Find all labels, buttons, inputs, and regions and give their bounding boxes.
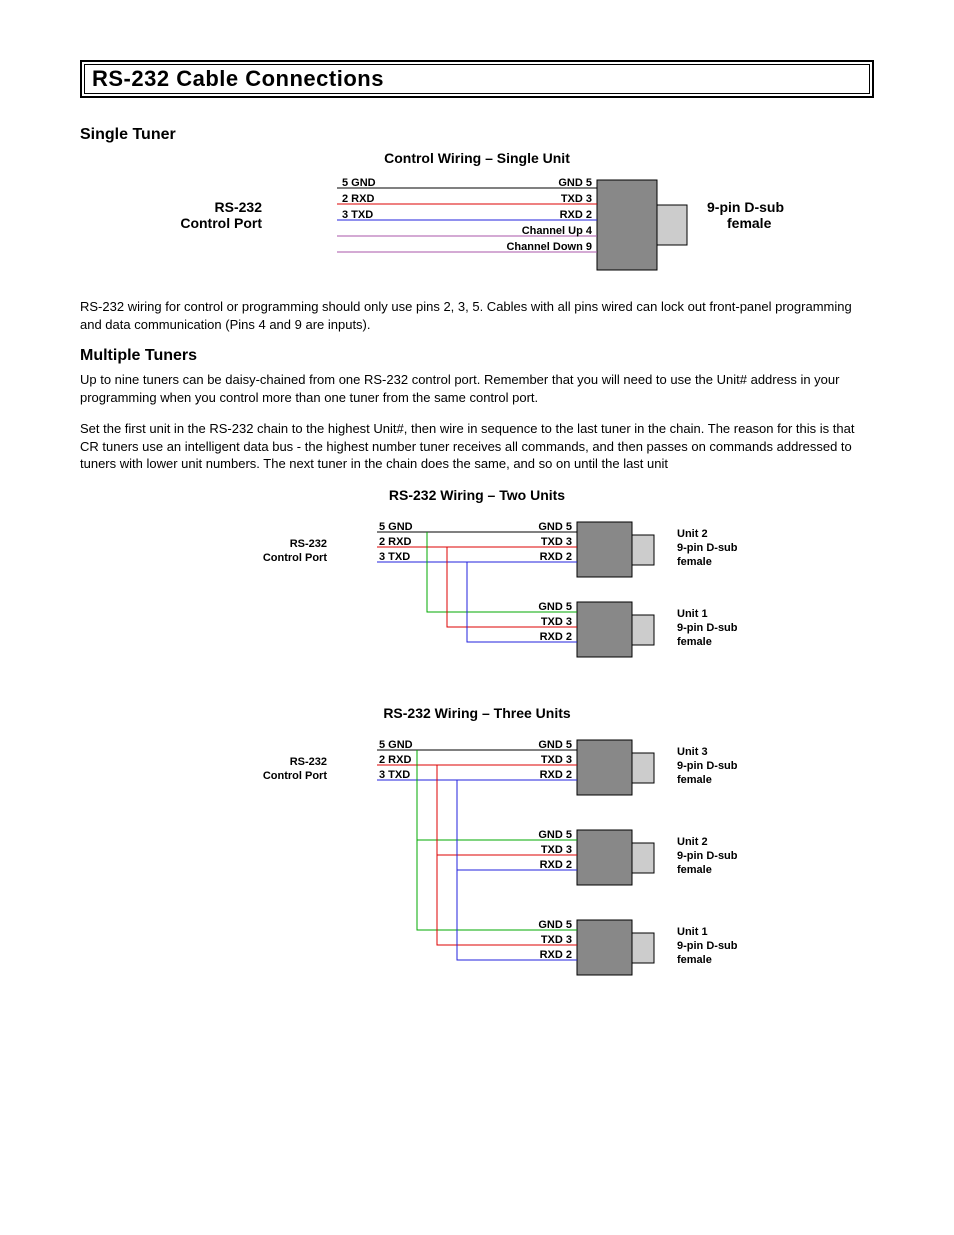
svg-text:female: female [677,556,712,568]
svg-text:9-pin D-sub: 9-pin D-sub [677,542,738,554]
diagram-title-three: RS-232 Wiring – Three Units [80,705,874,721]
svg-text:TXD 3: TXD 3 [561,193,592,205]
pin-left-rxd: 2 RXD [342,193,374,205]
svg-text:GND 5: GND 5 [558,177,592,189]
svg-text:Unit 3: Unit 3 [677,746,708,758]
pin-left-gnd: 5 GND [342,177,376,189]
svg-text:9-pin D-sub: 9-pin D-sub [677,940,738,952]
svg-text:RXD 2: RXD 2 [540,551,572,563]
svg-text:female: female [727,215,772,231]
svg-text:GND 5: GND 5 [538,601,572,613]
svg-text:9-pin D-sub: 9-pin D-sub [677,850,738,862]
svg-text:RXD 2: RXD 2 [540,949,572,961]
svg-text:female: female [677,864,712,876]
svg-text:Unit 2: Unit 2 [677,528,708,540]
svg-text:3 TXD: 3 TXD [379,769,410,781]
svg-text:female: female [677,774,712,786]
svg-text:GND 5: GND 5 [538,919,572,931]
svg-text:RS-232: RS-232 [290,538,327,550]
page-title-box: RS-232 Cable Connections [80,60,874,98]
svg-text:5 GND: 5 GND [379,521,413,533]
diagram-three-units: RS-232 Control Port Unit 3 9-pin D-sub f… [80,725,874,1005]
svg-text:GND 5: GND 5 [538,521,572,533]
paragraph-single: RS-232 wiring for control or programming… [80,298,874,333]
diagram-single-unit: RS-232 Control Port 9-pin D-sub female 5… [80,170,874,280]
svg-text:9-pin D-sub: 9-pin D-sub [677,760,738,772]
paragraph-multi-2: Set the first unit in the RS-232 chain t… [80,420,874,473]
diagram-two-units: RS-232 Control Port Unit 2 9-pin D-sub f… [80,507,874,687]
svg-text:female: female [677,954,712,966]
svg-text:TXD 3: TXD 3 [541,844,572,856]
pin-left-txd: 3 TXD [342,209,373,221]
svg-text:5 GND: 5 GND [379,739,413,751]
heading-single-tuner: Single Tuner [80,126,874,144]
svg-text:TXD 3: TXD 3 [541,934,572,946]
svg-text:RS-232: RS-232 [290,756,327,768]
svg-text:RXD 2: RXD 2 [560,209,592,221]
svg-text:RXD 2: RXD 2 [540,859,572,871]
svg-text:TXD 3: TXD 3 [541,754,572,766]
svg-text:GND 5: GND 5 [538,739,572,751]
svg-text:2 RXD: 2 RXD [379,536,411,548]
svg-text:female: female [677,636,712,648]
svg-text:TXD 3: TXD 3 [541,616,572,628]
svg-text:Channel Up 4: Channel Up 4 [522,225,593,237]
diagram-title-single: Control Wiring – Single Unit [80,150,874,166]
diagram-title-two: RS-232 Wiring – Two Units [80,487,874,503]
page-title: RS-232 Cable Connections [92,66,862,92]
svg-text:3 TXD: 3 TXD [379,551,410,563]
svg-text:RXD 2: RXD 2 [540,631,572,643]
svg-text:GND 5: GND 5 [538,829,572,841]
svg-text:Channel Down 9: Channel Down 9 [506,241,592,253]
svg-text:Unit 2: Unit 2 [677,836,708,848]
svg-text:9-pin D-sub: 9-pin D-sub [677,622,738,634]
svg-text:TXD 3: TXD 3 [541,536,572,548]
svg-text:Control Port: Control Port [180,215,262,231]
svg-text:Unit 1: Unit 1 [677,608,708,620]
svg-text:2 RXD: 2 RXD [379,754,411,766]
svg-text:RXD 2: RXD 2 [540,769,572,781]
svg-text:RS-232: RS-232 [215,199,263,215]
svg-text:9-pin D-sub: 9-pin D-sub [707,199,784,215]
svg-text:Unit 1: Unit 1 [677,926,708,938]
paragraph-multi-1: Up to nine tuners can be daisy-chained f… [80,371,874,406]
svg-text:Control Port: Control Port [263,770,327,782]
svg-text:Control Port: Control Port [263,552,327,564]
heading-multiple-tuners: Multiple Tuners [80,347,874,365]
